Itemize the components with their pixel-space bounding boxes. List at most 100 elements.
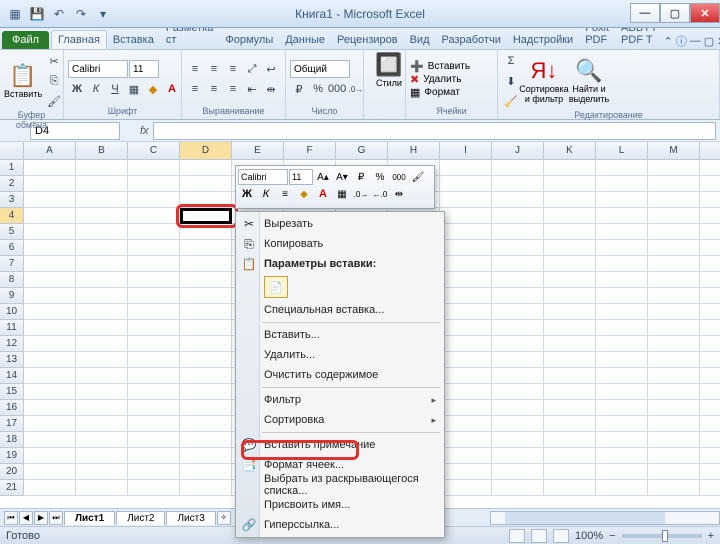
mini-font-color-icon[interactable]: А [314,186,332,202]
row-13[interactable]: 13 [0,352,24,368]
row-16[interactable]: 16 [0,400,24,416]
formula-bar[interactable] [153,122,716,140]
row-3[interactable]: 3 [0,192,24,208]
paste-button[interactable]: 📋 Вставить [4,52,42,110]
clear-icon[interactable]: 🧹 [502,92,520,110]
copy-icon[interactable]: ⎘ [45,72,63,90]
ctx-define-name[interactable]: Присвоить имя... [236,495,444,515]
format-painter-icon[interactable]: 🖌 [45,92,63,110]
border-button[interactable]: ▦ [125,80,143,98]
col-E[interactable]: E [232,142,284,159]
col-D[interactable]: D [180,142,232,159]
mini-percent-icon[interactable]: % [371,169,389,185]
orientation-icon[interactable]: ⤢ [243,60,261,78]
sort-filter-button[interactable]: Я↓ Сортировка и фильтр [523,52,565,110]
tab-insert[interactable]: Вставка [107,31,160,49]
row-14[interactable]: 14 [0,368,24,384]
row-2[interactable]: 2 [0,176,24,192]
mini-comma-icon[interactable]: 000 [390,169,408,185]
indent-dec-icon[interactable]: ⇤ [243,80,261,98]
minimize-button[interactable]: — [630,3,660,23]
sheet-nav-prev[interactable]: ◀ [19,511,33,525]
ctx-sort[interactable]: Сортировка▸ [236,410,444,430]
help-icon[interactable]: ⓘ [676,33,687,49]
row-6[interactable]: 6 [0,240,24,256]
mini-dec-decimal-icon[interactable]: ←.0 [371,186,389,202]
fx-icon[interactable]: fx [140,125,149,137]
row-18[interactable]: 18 [0,432,24,448]
col-J[interactable]: J [492,142,544,159]
currency-icon[interactable]: ₽ [290,80,308,98]
row-19[interactable]: 19 [0,448,24,464]
number-format[interactable]: Общий [290,60,350,78]
align-right-icon[interactable]: ≡ [224,80,242,98]
file-tab[interactable]: Файл [2,31,49,49]
mini-border-icon[interactable]: ▦ [333,186,351,202]
row-11[interactable]: 11 [0,320,24,336]
col-B[interactable]: B [76,142,128,159]
mini-shrink-font-icon[interactable]: A▾ [333,169,351,185]
view-page-break-icon[interactable] [553,529,569,543]
ctx-delete[interactable]: Удалить... [236,345,444,365]
row-15[interactable]: 15 [0,384,24,400]
col-L[interactable]: L [596,142,648,159]
mini-italic-icon[interactable]: К [257,186,275,202]
new-sheet-button[interactable]: ✧ [217,511,231,525]
redo-icon[interactable]: ↷ [72,5,90,23]
view-page-layout-icon[interactable] [531,529,547,543]
sheet-tab-2[interactable]: Лист2 [116,511,165,525]
cut-icon[interactable]: ✂ [45,52,63,70]
horizontal-scrollbar[interactable] [490,511,720,525]
ctx-clear[interactable]: Очистить содержимое [236,365,444,385]
row-21[interactable]: 21 [0,480,24,496]
qat-more-icon[interactable]: ▾ [94,5,112,23]
col-I[interactable]: I [440,142,492,159]
ctx-pick-from-dropdown[interactable]: Выбрать из раскрывающегося списка... [236,475,444,495]
percent-icon[interactable]: % [309,80,327,98]
row-9[interactable]: 9 [0,288,24,304]
row-12[interactable]: 12 [0,336,24,352]
zoom-slider[interactable] [622,534,702,538]
ctx-cut[interactable]: ✂Вырезать [236,214,444,234]
format-cells-button[interactable]: ▦Формат [410,86,470,99]
align-center-icon[interactable]: ≡ [205,80,223,98]
tab-data[interactable]: Данные [279,31,331,49]
zoom-out-button[interactable]: − [609,530,615,542]
tab-formulas[interactable]: Формулы [219,31,279,49]
col-C[interactable]: C [128,142,180,159]
doc-minimize-icon[interactable]: — [690,35,701,47]
tab-review[interactable]: Рецензиров [331,31,404,49]
styles-button[interactable]: 🔲 Стили [368,52,410,88]
find-select-button[interactable]: 🔍 Найти и выделить [568,52,610,110]
tab-addins[interactable]: Надстройки [507,31,579,49]
col-F[interactable]: F [284,142,336,159]
col-G[interactable]: G [336,142,388,159]
doc-restore-icon[interactable]: ▢ [704,35,714,48]
mini-font-name[interactable]: Calibri [238,169,288,185]
mini-currency-icon[interactable]: ₽ [352,169,370,185]
comma-icon[interactable]: 000 [328,80,346,98]
align-bottom-icon[interactable]: ≡ [224,60,242,78]
zoom-in-button[interactable]: + [708,530,714,542]
mini-inc-decimal-icon[interactable]: .0→ [352,186,370,202]
zoom-level[interactable]: 100% [575,530,603,542]
row-5[interactable]: 5 [0,224,24,240]
mini-format-painter-icon[interactable]: 🖌 [409,169,427,185]
view-normal-icon[interactable] [509,529,525,543]
mini-align-icon[interactable]: ≡ [276,186,294,202]
sheet-nav-first[interactable]: ⏮ [4,511,18,525]
undo-icon[interactable]: ↶ [50,5,68,23]
row-20[interactable]: 20 [0,464,24,480]
font-name[interactable]: Calibri [68,60,128,78]
col-H[interactable]: H [388,142,440,159]
ctx-insert-comment[interactable]: 💬Вставить примечание [236,435,444,455]
mini-grow-font-icon[interactable]: A▴ [314,169,332,185]
row-8[interactable]: 8 [0,272,24,288]
sheet-tab-3[interactable]: Лист3 [166,511,215,525]
increase-decimal-icon[interactable]: .0→ [347,80,365,98]
delete-cells-button[interactable]: ✖Удалить [410,73,470,86]
mini-merge-icon[interactable]: ⇹ [390,186,408,202]
mini-fill-color-icon[interactable]: ◆ [295,186,313,202]
font-size[interactable]: 11 [129,60,159,78]
ctx-filter[interactable]: Фильтр▸ [236,390,444,410]
